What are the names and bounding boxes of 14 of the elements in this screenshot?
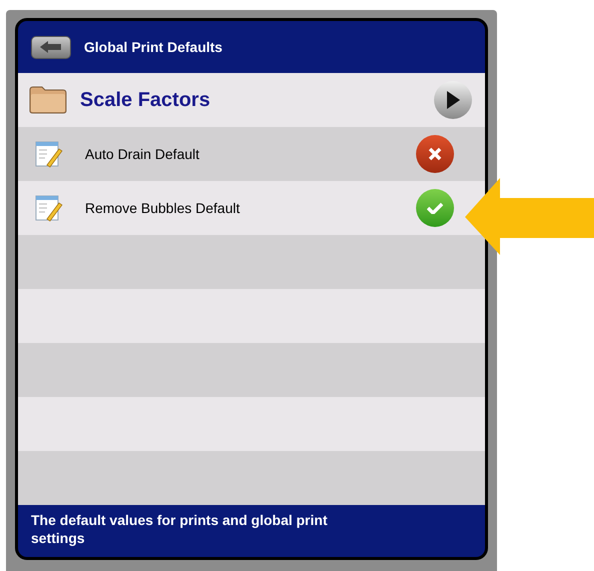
setting-label: Auto Drain Default xyxy=(85,144,200,164)
setting-row[interactable]: Remove Bubbles Default xyxy=(18,181,485,235)
back-arrow-icon xyxy=(40,41,62,53)
play-icon xyxy=(446,91,460,109)
folder-icon xyxy=(29,86,67,114)
edit-note-icon xyxy=(35,140,63,168)
footer-description: The default values for prints and global print settings xyxy=(31,511,328,547)
edit-note-icon xyxy=(35,194,63,222)
setting-label: Remove Bubbles Default xyxy=(85,198,241,218)
setting-row[interactable]: Auto Drain Default xyxy=(18,127,485,181)
next-button[interactable] xyxy=(434,81,472,119)
header-title: Global Print Defaults xyxy=(84,38,222,56)
back-button[interactable] xyxy=(31,36,71,58)
section-title: Scale Factors xyxy=(80,88,212,113)
